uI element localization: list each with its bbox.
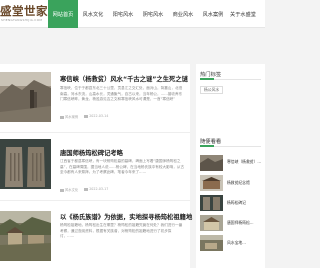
site-logo-subtitle: SHENGTANGSHIJIA.COM	[1, 18, 43, 22]
clock-icon	[84, 187, 89, 191]
post-title[interactable]: 唐国师杨筠松碑记考略	[60, 148, 123, 157]
post-excerpt: 杨筠松祖籍地，杨筠松出生在哪里？杨筠松的祖籍究竟在何处？我们进行一番考察，通过查…	[60, 223, 183, 238]
list-item: 唐国师杨筠松碑记考略 江西省于都县寒信峡，有一块杨筠松墓的墓碑，碑面上写着“唐国…	[0, 133, 190, 199]
post-meta: 风水案例 2022-03-14	[60, 114, 108, 119]
rec-item-title[interactable]: 杨筠松碑记	[227, 200, 246, 206]
widget-title-underline	[200, 145, 214, 147]
post-meta: 风水文化 2022-03-17	[60, 187, 108, 192]
landscape-photo-icon	[200, 155, 223, 171]
nav-item-cases[interactable]: 风水案例	[198, 0, 228, 28]
post-thumbnail[interactable]	[0, 211, 51, 261]
rec-item-title[interactable]: 寒信峡（杨救贫）…	[227, 159, 261, 165]
nav-item-commercial[interactable]: 商业风水	[168, 0, 198, 28]
post-date: 2022-03-17	[84, 187, 108, 192]
nav-item-yang-house[interactable]: 阳宅风水	[108, 0, 138, 28]
nav-item-about[interactable]: 关于水盛堂	[228, 0, 258, 28]
post-excerpt: 江西省于都县寒信峡，有一块杨筠松墓的墓碑，碑面上写着“唐国师杨筠松之墓”，在墓碑…	[60, 159, 185, 174]
tag-link[interactable]: 杨公风水	[200, 86, 224, 94]
stone-stele-photo-icon	[0, 139, 51, 189]
clock-icon	[84, 114, 89, 118]
post-thumbnail[interactable]	[0, 139, 51, 189]
site-logo[interactable]: 盛堂世家	[0, 3, 48, 19]
rec-thumbnail[interactable]	[200, 195, 223, 211]
rec-thumbnail[interactable]	[200, 215, 223, 231]
village-photo-icon	[200, 235, 223, 251]
building-photo-icon	[200, 175, 223, 191]
rec-thumbnail[interactable]	[200, 155, 223, 171]
hot-tags-widget: 热门标签 杨公风水	[196, 64, 265, 131]
list-item: 寒信峡（杨救贫）风水“千古之谜”之生死之谜 寒信峡，位于于都县东北三十公里，贡县…	[0, 64, 190, 131]
post-category[interactable]: 风水文化	[60, 187, 78, 192]
post-category[interactable]: 风水案例	[60, 114, 78, 119]
post-list: 寒信峡（杨救贫）风水“千古之谜”之生死之谜 寒信峡，位于于都县东北三十公里，贡县…	[0, 64, 192, 268]
nav-item-culture[interactable]: 风水文化	[78, 0, 108, 28]
rec-item-title[interactable]: 风水宝地…	[227, 240, 246, 246]
rec-thumbnail[interactable]	[200, 235, 223, 251]
nav-item-home[interactable]: 网站首页	[48, 0, 78, 28]
rec-thumbnail[interactable]	[200, 175, 223, 191]
post-excerpt: 寒信峡，位于于都县东北三十公里，贡县江之交汇处，面对山，背靠山，北低南高，河水东…	[60, 86, 183, 101]
rec-item-title[interactable]: 唐国师杨筠松…	[227, 220, 254, 226]
folder-icon	[60, 115, 64, 119]
landscape-photo-icon	[0, 72, 51, 122]
stone-stele-photo-icon	[200, 195, 223, 211]
widget-title-underline	[200, 78, 214, 80]
post-title[interactable]: 寒信峡（杨救贫）风水“千古之谜”之生死之谜	[60, 74, 188, 83]
random-posts-widget: 随便看看 寒信峡（杨救贫）… 杨救贫纪念馆 杨筠松碑记 唐国师杨筠松… 风水宝地…	[196, 131, 265, 268]
main-nav: 网站首页 风水文化 阳宅风水 阴宅风水 商业风水 风水案例 关于水盛堂	[48, 0, 258, 28]
post-thumbnail[interactable]	[0, 72, 51, 122]
rec-item-title[interactable]: 杨救贫纪念馆	[227, 180, 250, 186]
nav-item-yin-house[interactable]: 阴宅风水	[138, 0, 168, 28]
post-title[interactable]: 以《杨氏族谱》为依据，实地探寻杨筠松祖籍地	[60, 212, 192, 221]
list-item: 以《杨氏族谱》为依据，实地探寻杨筠松祖籍地 杨筠松祖籍地，杨筠松出生在哪里？杨筠…	[0, 201, 192, 268]
folder-icon	[60, 188, 64, 192]
house-photo-icon	[200, 215, 223, 231]
widget-title: 热门标签	[200, 72, 222, 78]
village-photo-icon	[0, 211, 51, 261]
site-header: 盛堂世家 SHENGTANGSHIJIA.COM 网站首页 风水文化 阳宅风水 …	[0, 0, 265, 28]
post-date: 2022-03-14	[84, 114, 108, 119]
widget-title: 随便看看	[200, 139, 222, 145]
